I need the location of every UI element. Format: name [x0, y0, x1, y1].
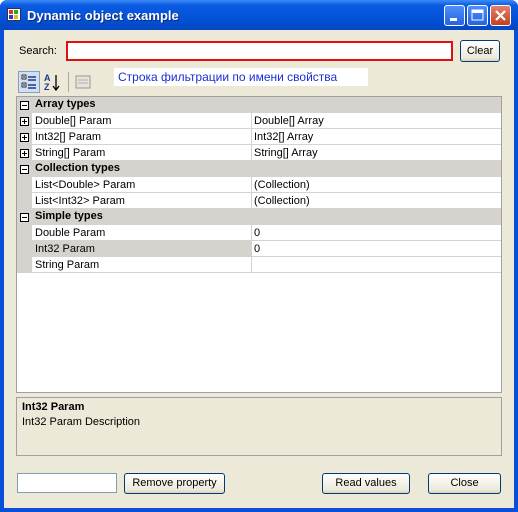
category-simple-types[interactable]: Simple types	[17, 209, 501, 225]
svg-text:Z: Z	[44, 82, 50, 92]
categorized-icon	[21, 74, 36, 89]
property-value[interactable]: String[] Array	[254, 147, 318, 159]
collapse-icon[interactable]	[20, 213, 29, 222]
property-row-list-int32[interactable]: List<Int32> Param (Collection)	[17, 193, 501, 209]
row-gutter	[17, 129, 32, 145]
column-divider	[251, 193, 252, 209]
category-array-types[interactable]: Array types	[17, 97, 501, 113]
categorized-button[interactable]	[18, 71, 40, 93]
property-name: String[] Param	[35, 147, 106, 159]
toolbar-separator	[68, 72, 69, 92]
sort-az-icon: A Z	[44, 73, 60, 92]
filter-hint-label: Строка фильтрации по имени свойства	[114, 68, 368, 86]
property-row-list-double[interactable]: List<Double> Param (Collection)	[17, 177, 501, 193]
property-row-double-array[interactable]: Double[] Param Double[] Array	[17, 113, 501, 129]
property-name-input[interactable]	[17, 473, 117, 493]
maximize-icon	[471, 9, 484, 21]
minimize-icon	[450, 18, 457, 21]
property-row-int32-array[interactable]: Int32[] Param Int32[] Array	[17, 129, 501, 145]
row-divider	[32, 272, 501, 273]
clear-button[interactable]: Clear	[460, 40, 500, 62]
property-name: Double Param	[35, 227, 106, 239]
property-pages-icon	[75, 75, 91, 89]
collapse-icon[interactable]	[20, 165, 29, 174]
property-name: Double[] Param	[35, 115, 112, 127]
close-button[interactable]: Close	[428, 473, 501, 494]
row-gutter	[17, 241, 32, 257]
property-value[interactable]: (Collection)	[254, 195, 310, 207]
column-divider	[251, 145, 252, 161]
close-icon	[495, 10, 506, 21]
row-gutter	[17, 113, 32, 129]
remove-property-button[interactable]: Remove property	[124, 473, 225, 494]
property-row-string[interactable]: String Param	[17, 257, 501, 273]
row-gutter	[17, 225, 32, 241]
category-label: Collection types	[35, 162, 120, 174]
property-value[interactable]: Double[] Array	[254, 115, 324, 127]
description-panel: Int32 Param Int32 Param Description	[16, 397, 502, 456]
property-name: Int32[] Param	[35, 131, 102, 143]
window: Dynamic object example Search: Clear A Z…	[0, 0, 518, 512]
property-row-string-array[interactable]: String[] Param String[] Array	[17, 145, 501, 161]
maximize-button[interactable]	[467, 5, 488, 26]
property-row-int32-selected[interactable]: Int32 Param 0	[17, 241, 501, 257]
row-gutter	[17, 145, 32, 161]
alphabetical-button[interactable]: A Z	[42, 71, 64, 93]
minimize-button[interactable]	[444, 5, 465, 26]
row-gutter	[17, 177, 32, 193]
description-text: Int32 Param Description	[22, 416, 140, 428]
search-input[interactable]	[66, 41, 453, 61]
property-value[interactable]: 0	[254, 227, 260, 239]
expand-icon[interactable]	[20, 133, 29, 142]
property-pages-button[interactable]	[72, 71, 94, 93]
row-gutter	[17, 257, 32, 273]
column-divider	[251, 257, 252, 273]
column-divider	[251, 113, 252, 129]
category-collection-types[interactable]: Collection types	[17, 161, 501, 177]
expand-icon[interactable]	[20, 117, 29, 126]
search-label: Search:	[19, 45, 57, 57]
description-title: Int32 Param	[22, 401, 85, 413]
app-icon	[7, 8, 21, 21]
property-name: String Param	[35, 259, 100, 271]
client-area: Search: Clear A Z Строка фильтрации по и…	[4, 30, 514, 508]
column-divider	[251, 225, 252, 241]
property-name: Int32 Param	[32, 241, 251, 257]
read-values-button[interactable]: Read values	[322, 473, 410, 494]
property-value[interactable]: 0	[254, 243, 260, 255]
category-label: Simple types	[35, 210, 103, 222]
property-name: List<Double> Param	[35, 179, 136, 191]
window-title: Dynamic object example	[27, 8, 179, 23]
title-bar[interactable]: Dynamic object example	[0, 0, 518, 30]
property-name: List<Int32> Param	[35, 195, 125, 207]
property-value[interactable]: (Collection)	[254, 179, 310, 191]
property-row-double[interactable]: Double Param 0	[17, 225, 501, 241]
property-grid[interactable]: Array types Double[] Param Double[] Arra…	[16, 96, 502, 393]
expand-icon[interactable]	[20, 149, 29, 158]
category-label: Array types	[35, 98, 96, 110]
property-value[interactable]: Int32[] Array	[254, 131, 313, 143]
row-gutter	[17, 193, 32, 209]
column-divider	[251, 241, 252, 257]
column-divider	[251, 129, 252, 145]
collapse-icon[interactable]	[20, 101, 29, 110]
close-window-button[interactable]	[490, 5, 511, 26]
column-divider	[251, 177, 252, 193]
